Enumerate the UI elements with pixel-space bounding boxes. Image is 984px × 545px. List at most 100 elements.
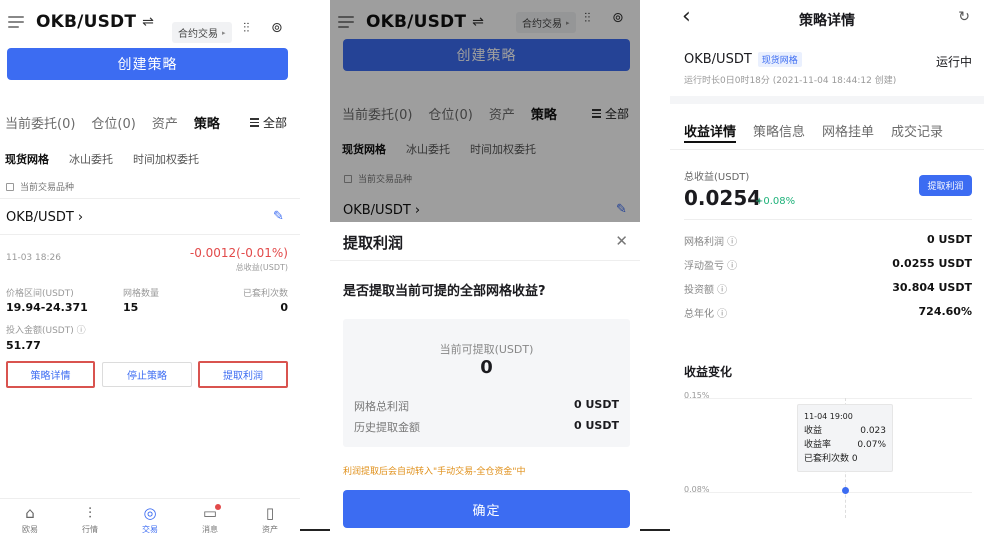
subtab-spot-grid[interactable]: 现货网格	[5, 151, 49, 167]
grid-line-top	[684, 398, 972, 399]
nav-trade[interactable]: ◎ 交易	[142, 506, 158, 535]
candlestick-icon[interactable]: ⫶⫶	[243, 21, 250, 36]
nav-home-label: 欧易	[22, 525, 38, 534]
tab-positions[interactable]: 仓位(0)	[91, 113, 135, 132]
list-icon	[250, 118, 259, 127]
grid-profit-value: 0 USDT	[574, 398, 619, 411]
checkbox-label: 当前交易品种	[20, 183, 75, 193]
swap-icon[interactable]: ⇌	[142, 14, 154, 30]
total-profit-label: 总收益(USDT)	[684, 172, 750, 183]
pair-label: OKB/USDT	[684, 52, 752, 67]
invest-amount-value: 51.77	[6, 339, 41, 352]
grid-count-label: 网格数量	[123, 289, 160, 299]
tab-assets[interactable]: 资产	[152, 113, 178, 132]
menu-icon[interactable]	[8, 16, 24, 28]
close-icon[interactable]: ✕	[615, 232, 628, 250]
current-pair-only-checkbox[interactable]: 当前交易品种	[6, 180, 74, 193]
nav-market-label: 行情	[82, 525, 98, 534]
order-tabs: 当前委托(0) 仓位(0) 资产 策略	[5, 113, 236, 132]
tooltip-rate-label: 收益率	[804, 440, 832, 450]
tooltip-date: 11-04 19:00	[804, 412, 853, 421]
annualized-label: 总年化 ⓘ	[684, 309, 728, 320]
divider	[670, 149, 984, 150]
tooltip-arb-value: 0	[851, 454, 858, 464]
settings-circle-icon[interactable]: ⊚	[271, 20, 283, 36]
grid-profit-row: 网格利润 ⓘ 0 USDT	[684, 233, 972, 248]
investment-row: 投资额 ⓘ 30.804 USDT	[684, 281, 972, 296]
withdraw-profit-button[interactable]: 提取利润	[919, 175, 972, 196]
edit-icon[interactable]: ✎	[273, 209, 284, 224]
share-icon[interactable]: ↻	[958, 9, 970, 25]
grid-profit-label: 网格总利润	[354, 400, 409, 413]
available-label: 当前可提取(USDT)	[439, 343, 534, 356]
bottom-nav: ⌂ 欧易 ⫶ 行情 ◎ 交易 ▭ 消息 ▯ 资产	[0, 498, 300, 542]
divider-line	[300, 529, 330, 531]
divider	[684, 219, 972, 220]
tooltip-arb-label: 已套利次数	[804, 454, 850, 464]
grid-line-bottom	[684, 492, 972, 493]
tab-current-orders[interactable]: 当前委托(0)	[5, 113, 75, 132]
annualized-value: 724.60%	[918, 305, 972, 318]
price-range-value: 19.94-24.371	[6, 301, 88, 314]
data-point[interactable]	[842, 487, 849, 494]
tooltip-profit-label: 收益	[804, 426, 823, 436]
divider	[330, 260, 640, 261]
tab-grid-orders[interactable]: 网格挂单	[822, 121, 874, 140]
grid-profit-value: 0 USDT	[927, 233, 972, 246]
nav-assets[interactable]: ▯ 资产	[262, 506, 278, 535]
nav-messages[interactable]: ▭ 消息	[202, 504, 221, 535]
subtab-iceberg[interactable]: 冰山委托	[69, 151, 113, 167]
runtime-text: 运行时长0日0时18分 (2021-11-04 18:44:12 创建)	[684, 76, 897, 86]
divider-line	[640, 529, 670, 531]
investment-value: 30.804 USDT	[892, 281, 972, 294]
filter-all-label: 全部	[263, 116, 288, 130]
arbitrage-count-value: 0	[280, 301, 288, 314]
transfer-note: 利润提取后会自动转入"手动交易-全仓资金"中	[343, 467, 526, 477]
chart-tooltip: 11-04 19:00 收益 0.023 收益率 0.07% 已套利次数 0	[797, 404, 893, 472]
trade-icon: ◎	[143, 504, 157, 522]
nav-home[interactable]: ⌂ 欧易	[22, 506, 38, 535]
strategy-detail-button[interactable]: 策略详情	[6, 361, 95, 388]
trade-strategy-screen: OKB/USDT ⇌ 合约交易 ▸ ⫶⫶ ⊚ 创建策略 当前委托(0) 仓位(0)…	[0, 0, 300, 545]
history-withdraw-label: 历史提取金额	[354, 421, 420, 434]
withdraw-profit-sheet: 提取利润 ✕ 是否提取当前可提的全部网格收益? 当前可提取(USDT) 0 网格…	[330, 222, 640, 545]
strategy-pair: OKB/USDT 现货网格	[684, 52, 802, 67]
divider	[0, 198, 300, 199]
price-range-label: 价格区间(USDT)	[6, 289, 74, 299]
nav-market[interactable]: ⫶ 行情	[82, 506, 98, 535]
withdraw-profit-button[interactable]: 提取利润	[198, 361, 288, 388]
total-pnl-label: 总收益(USDT)	[235, 263, 288, 272]
checkbox-box	[6, 182, 14, 191]
tab-profit-detail[interactable]: 收益详情	[684, 121, 736, 140]
created-date: 11-03 18:26	[6, 253, 61, 263]
withdraw-question: 是否提取当前可提的全部网格收益?	[343, 284, 546, 299]
withdraw-info-box: 当前可提取(USDT) 0 网格总利润 0 USDT 历史提取金额 0 USDT	[343, 319, 630, 447]
contract-trade-pill[interactable]: 合约交易 ▸	[172, 22, 232, 43]
tab-strategy[interactable]: 策略	[194, 113, 220, 132]
nav-trade-label: 交易	[142, 525, 158, 534]
nav-messages-label: 消息	[202, 525, 218, 534]
tooltip-profit-value: 0.023	[860, 426, 886, 436]
arbitrage-count-label: 已套利次数	[242, 289, 288, 299]
strategy-subtabs: 现货网格 冰山委托 时间加权委托	[5, 151, 219, 167]
available-value: 0	[480, 357, 493, 378]
top-bar: OKB/USDT ⇌	[0, 0, 300, 44]
modal-backdrop[interactable]	[330, 0, 640, 222]
stop-strategy-button[interactable]: 停止策略	[102, 362, 192, 387]
detail-tabs: 收益详情 策略信息 网格挂单 成交记录	[684, 121, 959, 140]
pair-title[interactable]: OKB/USDT	[36, 12, 136, 32]
page-title: 策略详情	[799, 13, 855, 29]
tab-strategy-info[interactable]: 策略信息	[753, 121, 805, 140]
filter-all[interactable]: 全部	[250, 114, 287, 131]
tooltip-rate-value: 0.07%	[857, 440, 886, 450]
tab-trade-records[interactable]: 成交记录	[891, 121, 943, 140]
create-strategy-button[interactable]: 创建策略	[7, 48, 288, 80]
run-status: 运行中	[935, 55, 972, 69]
confirm-button[interactable]: 确定	[343, 490, 630, 528]
total-pnl: -0.0012(-0.01%)	[189, 246, 288, 260]
annualized-row: 总年化 ⓘ 724.60%	[684, 305, 972, 320]
withdraw-profit-screen: OKB/USDT ⇌ 合约交易 ▸ ⫶⫶ ⊚ 创建策略 当前委托(0) 仓位(0)…	[330, 0, 640, 545]
strategy-pair-link[interactable]: OKB/USDT ›	[6, 210, 83, 225]
tooltip-arb-row: 已套利次数 0	[804, 452, 886, 466]
subtab-twap[interactable]: 时间加权委托	[133, 151, 199, 167]
